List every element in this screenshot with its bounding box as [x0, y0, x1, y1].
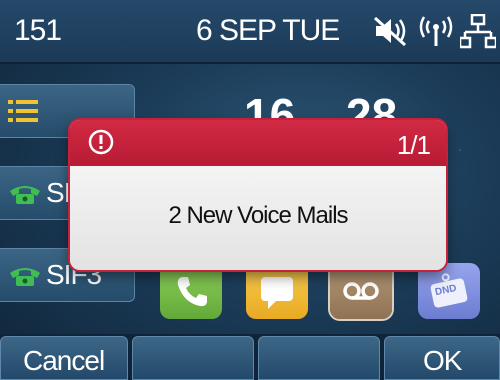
ok-softkey-label: OK — [423, 345, 462, 376]
menu-icon — [8, 100, 38, 122]
dnd-app[interactable]: DND — [418, 263, 480, 319]
status-icons — [370, 14, 498, 50]
phone-icon — [10, 268, 40, 286]
softkey-empty-2[interactable] — [132, 336, 254, 380]
phone-app-icon — [177, 277, 207, 307]
phone-screen: 151 6 SEP TUE SIF SIF3 16 28 DND 1/1 2 N… — [0, 0, 500, 380]
cancel-softkey-label: Cancel — [23, 345, 105, 376]
ok-softkey[interactable]: OK — [384, 336, 500, 380]
status-bar: 151 6 SEP TUE — [0, 0, 500, 64]
message-app[interactable] — [246, 263, 308, 319]
date-display: 6 SEP TUE — [196, 14, 340, 47]
mute-icon — [373, 16, 407, 47]
softkey-empty-3[interactable] — [258, 336, 380, 380]
voicemail-notification-dialog: 1/1 2 New Voice Mails — [70, 120, 446, 270]
wireless-signal-icon — [419, 16, 453, 46]
dialog-page-indicator: 1/1 — [396, 130, 431, 160]
network-icon — [460, 14, 496, 49]
phone-icon — [10, 186, 40, 204]
phone-app[interactable] — [160, 263, 222, 319]
voicemail-app[interactable] — [330, 257, 398, 319]
dialog-body: 2 New Voice Mails — [70, 166, 446, 270]
account-number: 151 — [14, 14, 62, 47]
alert-icon — [88, 129, 114, 155]
voicemail-app-icon — [343, 282, 379, 300]
dialog-message: 2 New Voice Mails — [168, 202, 348, 229]
message-app-icon — [261, 277, 293, 309]
dialog-header: 1/1 — [70, 120, 446, 166]
cancel-softkey[interactable]: Cancel — [0, 336, 128, 380]
softkey-bar: Cancel OK — [0, 334, 500, 380]
